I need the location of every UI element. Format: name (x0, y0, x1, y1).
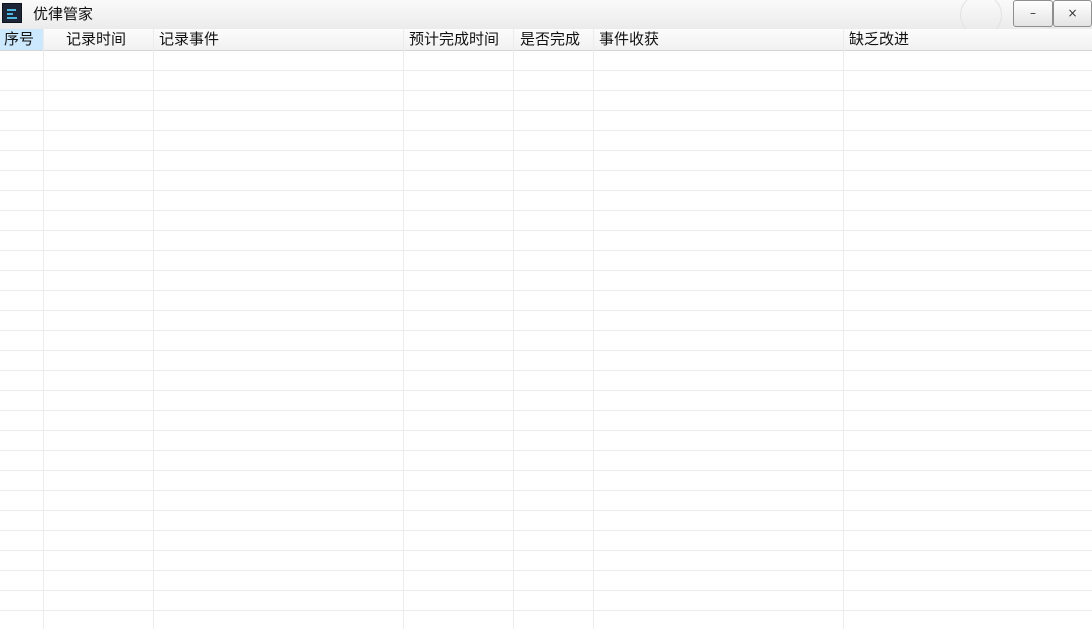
app-logo-icon (2, 3, 22, 23)
column-divider (843, 29, 844, 629)
table-row[interactable] (0, 551, 1092, 571)
table-row[interactable] (0, 311, 1092, 331)
app-window: 优律管家 – × 序号 记录时间 记录事件 预计完成时间 是否完成 事件收获 缺… (0, 0, 1092, 629)
table-row[interactable] (0, 131, 1092, 151)
title-bar-decoration (960, 0, 1002, 29)
table-row[interactable] (0, 251, 1092, 271)
window-title: 优律管家 (33, 5, 94, 23)
table-row[interactable] (0, 371, 1092, 391)
table-row[interactable] (0, 331, 1092, 351)
table-body (0, 51, 1092, 629)
table-row[interactable] (0, 291, 1092, 311)
column-header-record-event[interactable]: 记录事件 (154, 29, 404, 50)
column-header-index[interactable]: 序号 (0, 29, 44, 50)
table-row[interactable] (0, 211, 1092, 231)
records-table: 序号 记录时间 记录事件 预计完成时间 是否完成 事件收获 缺乏改进 (0, 29, 1092, 629)
table-row[interactable] (0, 511, 1092, 531)
column-header-completed[interactable]: 是否完成 (514, 29, 594, 50)
table-row[interactable] (0, 571, 1092, 591)
table-row[interactable] (0, 351, 1092, 371)
table-row[interactable] (0, 451, 1092, 471)
column-header-record-time[interactable]: 记录时间 (44, 29, 154, 50)
minimize-button[interactable]: – (1013, 0, 1053, 27)
table-row[interactable] (0, 271, 1092, 291)
column-divider (593, 29, 594, 629)
table-row[interactable] (0, 471, 1092, 491)
table-row[interactable] (0, 531, 1092, 551)
table-row[interactable] (0, 71, 1092, 91)
table-row[interactable] (0, 191, 1092, 211)
table-row[interactable] (0, 111, 1092, 131)
table-row[interactable] (0, 591, 1092, 611)
table-row[interactable] (0, 91, 1092, 111)
column-divider (153, 29, 154, 629)
table-row[interactable] (0, 431, 1092, 451)
column-header-event-gains[interactable]: 事件收获 (594, 29, 844, 50)
table-header: 序号 记录时间 记录事件 预计完成时间 是否完成 事件收获 缺乏改进 (0, 29, 1092, 51)
close-button[interactable]: × (1053, 0, 1092, 27)
table-row[interactable] (0, 171, 1092, 191)
column-divider (513, 29, 514, 629)
column-header-improvements[interactable]: 缺乏改进 (844, 29, 1092, 50)
table-row[interactable] (0, 231, 1092, 251)
table-row[interactable] (0, 411, 1092, 431)
table-row[interactable] (0, 391, 1092, 411)
column-header-expected-completion[interactable]: 预计完成时间 (404, 29, 514, 50)
column-divider (43, 29, 44, 629)
title-bar[interactable]: 优律管家 – × (0, 0, 1092, 29)
table-row[interactable] (0, 491, 1092, 511)
column-divider (403, 29, 404, 629)
table-row[interactable] (0, 51, 1092, 71)
table-row[interactable] (0, 151, 1092, 171)
